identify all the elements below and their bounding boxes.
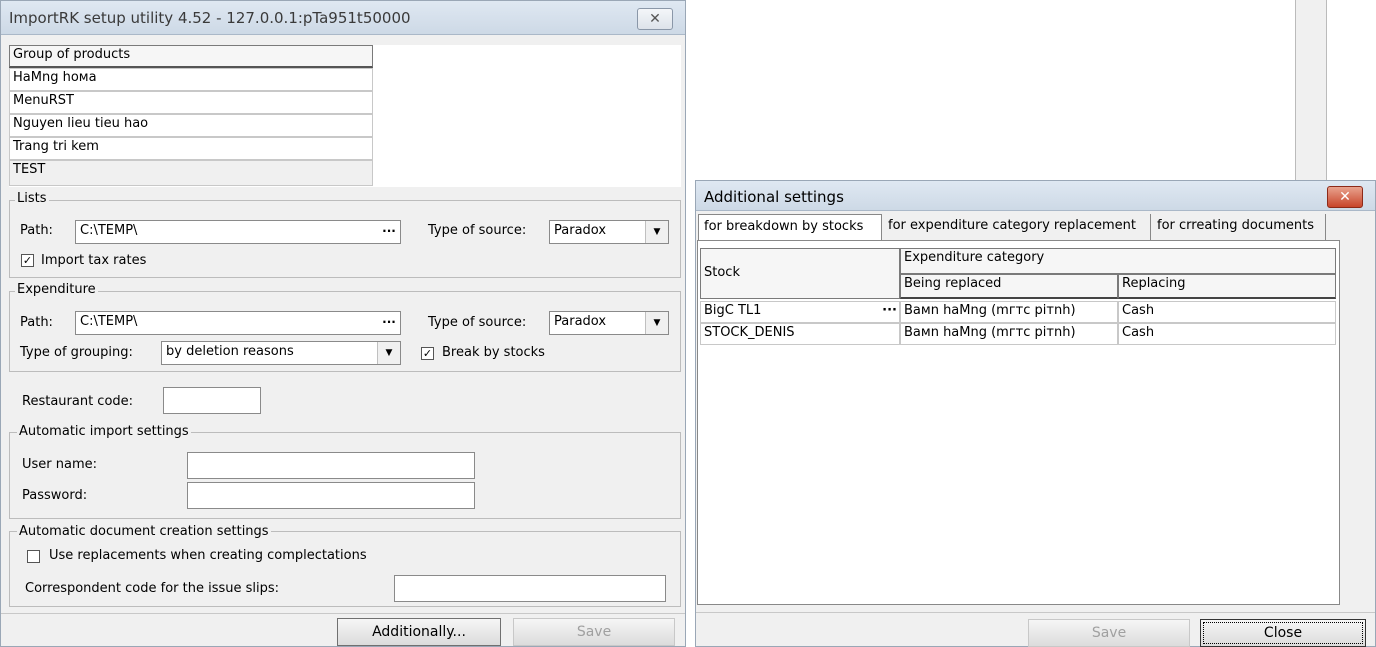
restaurant-code-input[interactable] (163, 387, 261, 414)
lists-path-label: Path: (20, 223, 53, 238)
browse-icon[interactable]: ··· (380, 314, 398, 332)
use-replacements-label: Use replacements when creating complecta… (49, 548, 367, 563)
restaurant-code-label: Restaurant code: (22, 394, 134, 409)
chevron-down-icon: ▼ (377, 342, 400, 364)
dialog-close-button[interactable]: Close (1200, 619, 1366, 647)
main-window: ImportRK setup utility 4.52 - 127.0.0.1:… (0, 0, 686, 647)
table-row-being-replaced[interactable]: Baмn haMng (mгтc pітnh) (900, 301, 1118, 323)
user-name-label: User name: (22, 457, 98, 472)
table-row-being-replaced[interactable]: Baмn haMng (mгтc pітnh) (900, 323, 1118, 345)
correspondent-code-label: Correspondent code for the issue slips: (25, 581, 280, 596)
main-window-title: ImportRK setup utility 4.52 - 127.0.0.1:… (9, 9, 411, 27)
grouping-label: Type of grouping: (20, 345, 133, 360)
list-item[interactable]: TEST (9, 160, 373, 186)
chevron-down-icon: ▼ (645, 221, 668, 243)
stock-column-header[interactable]: Stock (700, 248, 900, 299)
lists-legend: Lists (15, 191, 49, 206)
user-name-input[interactable] (187, 452, 475, 479)
tab-creating-documents[interactable]: for crreating documents (1152, 214, 1326, 240)
main-button-bar (1, 613, 685, 614)
expenditure-legend: Expenditure (15, 282, 98, 297)
background-scrollbar (1295, 0, 1327, 186)
table-row-stock[interactable]: STOCK_DENIS (700, 323, 900, 345)
main-save-button[interactable]: Save (513, 618, 675, 646)
chevron-down-icon: ▼ (645, 312, 668, 334)
expenditure-source-select[interactable]: Paradox ▼ (549, 311, 669, 335)
lists-path-input[interactable]: C:\TEMP\ ··· (75, 220, 401, 244)
lists-source-label: Type of source: (428, 223, 527, 238)
password-input[interactable] (187, 482, 475, 509)
category-column-header[interactable]: Expenditure category (900, 248, 1336, 274)
dialog-title-bar: Additional settings ✕ (696, 181, 1375, 211)
list-item[interactable]: Trang tri kem (9, 137, 373, 160)
dialog-button-bar (696, 612, 1375, 613)
dialog-title: Additional settings (704, 188, 844, 206)
table-row-stock[interactable]: BigC TL1 ··· (700, 301, 900, 323)
import-tax-checkbox[interactable]: ✓ (21, 254, 34, 267)
auto-doc-legend: Automatic document creation settings (17, 524, 271, 539)
lists-source-select[interactable]: Paradox ▼ (549, 220, 669, 244)
list-item[interactable]: HaMng hoмa (9, 68, 373, 91)
grouping-select[interactable]: by deletion reasons ▼ (161, 341, 401, 365)
list-item[interactable]: Nguyen lieu tieu hao (9, 114, 373, 137)
close-icon: ✕ (649, 11, 661, 27)
table-row-replacing[interactable]: Cash (1118, 301, 1336, 323)
additionally-button[interactable]: Additionally... (337, 618, 501, 646)
break-by-stocks-label: Break by stocks (442, 345, 545, 360)
import-tax-label: Import tax rates (41, 253, 147, 268)
expenditure-path-input[interactable]: C:\TEMP\ ··· (75, 311, 401, 335)
tab-breakdown-by-stocks[interactable]: for breakdown by stocks (698, 214, 882, 240)
dialog-close-x-button[interactable]: ✕ (1327, 186, 1363, 208)
table-row-replacing[interactable]: Cash (1118, 323, 1336, 345)
use-replacements-checkbox[interactable] (27, 550, 40, 563)
correspondent-code-input[interactable] (394, 575, 666, 602)
dialog-save-button[interactable]: Save (1028, 619, 1190, 647)
groups-header[interactable]: Group of products (9, 45, 373, 68)
main-close-button[interactable]: ✕ (637, 8, 673, 30)
password-label: Password: (22, 488, 88, 503)
tab-expenditure-category-replacement[interactable]: for expenditure category replacement (883, 214, 1151, 240)
list-item[interactable]: MenuRST (9, 91, 373, 114)
browse-icon[interactable]: ··· (380, 223, 398, 241)
break-by-stocks-checkbox[interactable]: ✓ (421, 347, 434, 360)
replacing-column-header[interactable]: Replacing (1118, 274, 1336, 299)
main-title-bar: ImportRK setup utility 4.52 - 127.0.0.1:… (1, 1, 685, 35)
expenditure-path-label: Path: (20, 315, 53, 330)
close-icon: ✕ (1339, 189, 1351, 205)
being-replaced-column-header[interactable]: Being replaced (900, 274, 1118, 299)
auto-import-legend: Automatic import settings (17, 424, 191, 439)
expenditure-source-label: Type of source: (428, 315, 527, 330)
browse-icon[interactable]: ··· (882, 303, 897, 318)
